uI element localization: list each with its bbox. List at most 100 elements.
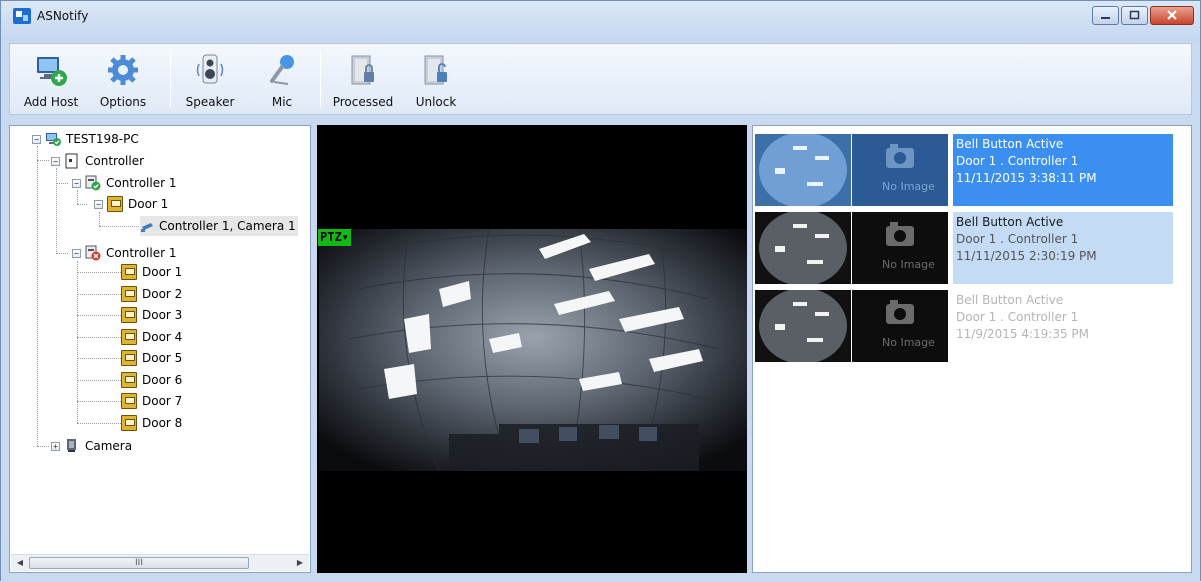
collapse-toggle[interactable]: −: [72, 178, 81, 188]
no-image-placeholder: No Image: [852, 290, 948, 362]
unlock-door-icon: [424, 55, 447, 85]
tree-node-camera-group[interactable]: + Camera: [51, 436, 132, 456]
no-image-label: No Image: [882, 336, 935, 349]
mic-button[interactable]: Mic: [254, 44, 310, 114]
event-snapshot: [755, 290, 851, 362]
event-item[interactable]: No Image Bell Button Active Door 1 . Con…: [755, 212, 1173, 286]
title-bar[interactable]: ASNotify: [1, 1, 1200, 41]
tree-node-door[interactable]: Door 6: [121, 370, 182, 390]
unlock-button[interactable]: Unlock: [404, 44, 468, 114]
tree-node-controller-ok[interactable]: − Controller 1: [72, 173, 176, 193]
event-title: Bell Button Active: [956, 293, 1064, 307]
tree-node-door[interactable]: Door 2: [121, 284, 182, 304]
door-icon: [121, 307, 137, 323]
toolbar-separator: [170, 50, 171, 108]
tree-node-door[interactable]: Door 1: [121, 262, 182, 282]
event-source: Door 1 . Controller 1: [956, 232, 1079, 246]
video-panel[interactable]: PTZ▾: [317, 125, 747, 573]
collapse-toggle[interactable]: −: [72, 248, 81, 258]
scroll-left-icon[interactable]: ◀: [13, 557, 27, 569]
event-item[interactable]: No Image Bell Button Active Door 1 . Con…: [755, 290, 1173, 364]
status-bar: [1, 576, 1200, 582]
toolbar: Add Host Options Speaker Mic Processed U…: [9, 43, 1192, 115]
fisheye-thumbnail-image: [755, 290, 851, 362]
collapse-toggle[interactable]: −: [32, 134, 41, 144]
controller-error-label: Controller 1: [106, 246, 177, 260]
event-time: 11/9/2015 4:19:35 PM: [956, 327, 1090, 341]
door-icon: [121, 393, 137, 409]
processed-button[interactable]: Processed: [326, 44, 400, 114]
unlock-label: Unlock: [415, 95, 457, 109]
door-label: Door 6: [142, 373, 183, 387]
tree-node-door[interactable]: Door 5: [121, 348, 182, 368]
camera-placeholder-icon: [886, 300, 914, 324]
camera-feed: [319, 229, 747, 471]
door-icon: [107, 196, 123, 212]
ptz-control-button[interactable]: PTZ▾: [318, 229, 351, 246]
event-source: Door 1 . Controller 1: [956, 154, 1079, 168]
minimize-button[interactable]: [1092, 6, 1119, 25]
tree-node-door[interactable]: − Door 1: [94, 194, 168, 214]
tree-node-door[interactable]: Door 8: [121, 413, 182, 433]
fisheye-thumbnail-image: [755, 134, 851, 206]
close-icon: [1167, 10, 1177, 20]
door-icon: [121, 415, 137, 431]
app-window: ASNotify Add Host Options Speaker Mic Pr…: [0, 0, 1201, 582]
no-image-placeholder: No Image: [852, 212, 948, 284]
camera-label: Controller 1, Camera 1: [159, 219, 296, 233]
host-label: TEST198-PC: [66, 132, 139, 146]
minimize-icon: [1101, 17, 1110, 19]
asnotify-icon: [13, 8, 31, 24]
add-host-label: Add Host: [23, 95, 79, 109]
scroll-right-icon[interactable]: ▶: [293, 557, 307, 569]
horizontal-scrollbar[interactable]: ◀ III ▶: [11, 554, 309, 571]
event-time: 11/11/2015 2:30:19 PM: [956, 249, 1097, 263]
close-button[interactable]: [1150, 6, 1194, 25]
event-title: Bell Button Active: [956, 215, 1064, 229]
expand-toggle[interactable]: +: [51, 441, 60, 451]
tree-node-door[interactable]: Door 7: [121, 391, 182, 411]
camera-group-label: Camera: [85, 439, 133, 453]
tree-node-camera-selected[interactable]: Controller 1, Camera 1: [140, 216, 298, 236]
maximize-icon: [1129, 10, 1140, 20]
fisheye-thumbnail-image: [755, 212, 851, 284]
no-image-label: No Image: [882, 180, 935, 193]
options-button[interactable]: Options: [90, 44, 156, 114]
event-item[interactable]: No Image Bell Button Active Door 1 . Con…: [755, 134, 1173, 208]
controller-group-icon: [65, 153, 78, 169]
speaker-button[interactable]: Speaker: [178, 44, 242, 114]
speaker-label: Speaker: [185, 95, 235, 109]
device-tree[interactable]: − TEST198-PC − Controller − Controller 1: [9, 125, 311, 573]
tree-node-host[interactable]: − TEST198-PC: [32, 129, 139, 149]
event-details: Bell Button Active Door 1 . Controller 1…: [953, 290, 1173, 362]
maximize-button[interactable]: [1121, 6, 1148, 25]
event-time: 11/11/2015 3:38:11 PM: [956, 171, 1097, 185]
event-snapshot: [755, 134, 851, 206]
microphone-icon: [270, 55, 294, 85]
tree-node-door[interactable]: Door 3: [121, 305, 182, 325]
no-image-placeholder: No Image: [852, 134, 948, 206]
door-icon: [121, 350, 137, 366]
event-snapshot: [755, 212, 851, 284]
scrollbar-thumb[interactable]: III: [29, 557, 249, 569]
event-details: Bell Button Active Door 1 . Controller 1…: [953, 212, 1173, 284]
tree-node-controller-group[interactable]: − Controller: [51, 151, 144, 171]
door-icon: [121, 264, 137, 280]
tree-node-controller-error[interactable]: − Controller 1: [72, 243, 176, 263]
add-host-button[interactable]: Add Host: [16, 44, 86, 114]
door-label: Door 8: [142, 416, 183, 430]
door-icon: [121, 286, 137, 302]
camera-placeholder-icon: [886, 144, 914, 168]
collapse-toggle[interactable]: −: [51, 156, 60, 166]
event-title: Bell Button Active: [956, 137, 1064, 151]
camera-placeholder-icon: [886, 222, 914, 246]
controller-ok-label: Controller 1: [106, 176, 177, 190]
options-label: Options: [99, 95, 147, 109]
add-host-icon: [37, 57, 67, 86]
event-source: Door 1 . Controller 1: [956, 310, 1079, 324]
collapse-toggle[interactable]: −: [94, 199, 103, 209]
event-list[interactable]: No Image Bell Button Active Door 1 . Con…: [752, 125, 1192, 573]
fisheye-camera-image: [319, 229, 747, 471]
tree-node-door[interactable]: Door 4: [121, 327, 182, 347]
no-image-label: No Image: [882, 258, 935, 271]
